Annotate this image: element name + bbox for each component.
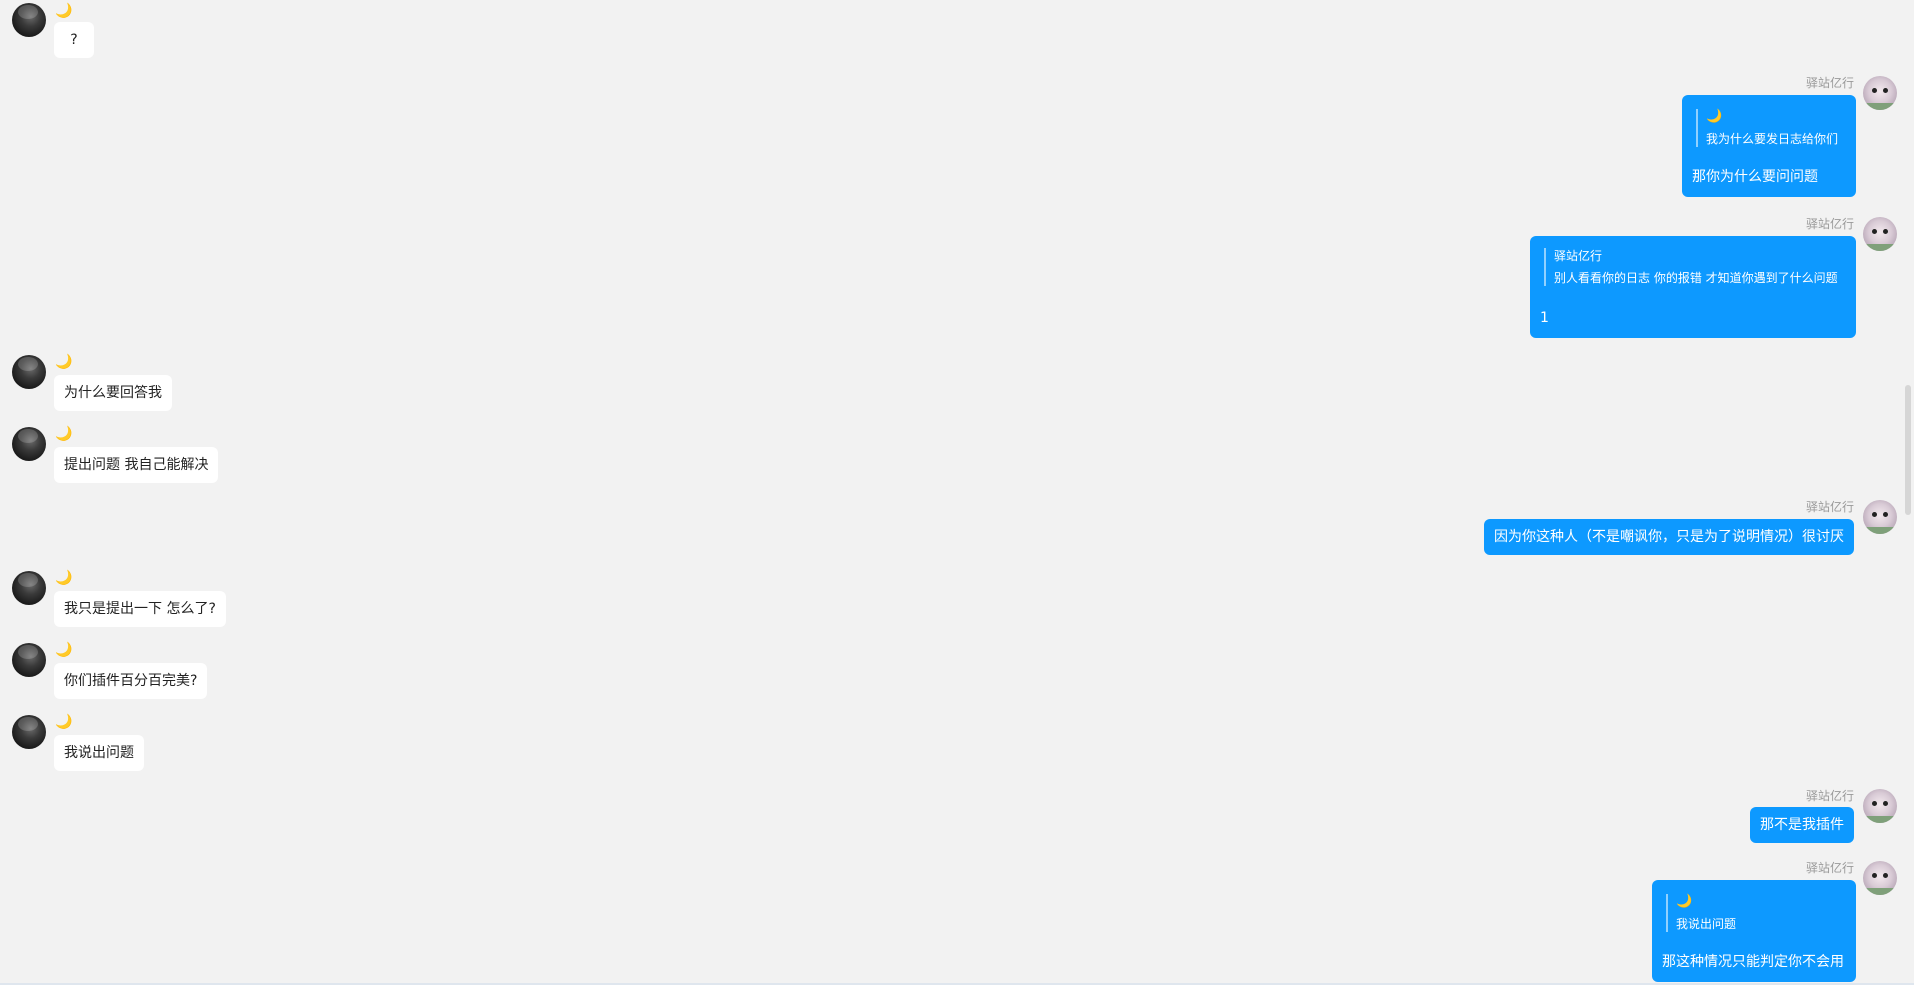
self-avatar[interactable]	[1863, 861, 1897, 895]
crescent-moon-icon: 🌙	[55, 426, 73, 442]
self-avatar[interactable]	[1863, 217, 1897, 251]
crescent-moon-icon: 🌙	[55, 3, 73, 19]
crescent-moon-icon: 🌙	[55, 354, 73, 370]
contact-avatar[interactable]	[12, 643, 46, 677]
contact-avatar[interactable]	[12, 3, 46, 37]
crescent-moon-icon: 🌙	[55, 642, 73, 658]
incoming-message-bubble[interactable]: ?	[54, 22, 94, 58]
sender-name: 驿站亿行	[1805, 76, 1854, 90]
message-text: 那不是我插件	[1760, 817, 1844, 833]
crescent-moon-icon: 🌙	[1706, 109, 1723, 124]
outgoing-message-bubble[interactable]: 那不是我插件	[1750, 807, 1854, 843]
sender-name: 驿站亿行	[1805, 217, 1854, 231]
contact-avatar[interactable]	[12, 571, 46, 605]
contact-avatar[interactable]	[12, 355, 46, 389]
quoted-text: 我为什么要发日志给你们	[1706, 132, 1839, 146]
sender-name: 驿站亿行	[1805, 500, 1854, 514]
sender-name: 驿站亿行	[1805, 861, 1854, 875]
contact-avatar[interactable]	[12, 715, 46, 749]
contact-avatar[interactable]	[12, 427, 46, 461]
quoted-text: 别人看看你的日志 你的报错 才知道你遇到了什么问题	[1554, 271, 1838, 285]
self-avatar[interactable]	[1863, 500, 1897, 534]
incoming-message-bubble[interactable]: 我只是提出一下 怎么了?	[54, 591, 226, 627]
self-avatar[interactable]	[1863, 76, 1897, 110]
outgoing-message-bubble[interactable]: 因为你这种人（不是嘲讽你，只是为了说明情况）很讨厌	[1484, 519, 1854, 555]
incoming-message-bubble[interactable]: 提出问题 我自己能解决	[54, 447, 219, 483]
message-text: 我说出问题	[64, 745, 134, 761]
outgoing-message-bubble[interactable]: 🌙 我说出问题 那这种情况只能判定你不会用	[1652, 880, 1856, 982]
message-text: 我只是提出一下 怎么了?	[64, 601, 216, 617]
message-text: 那你为什么要问问题	[1692, 169, 1818, 185]
scrollbar-thumb[interactable]	[1905, 385, 1911, 515]
message-text: 1	[1540, 310, 1549, 326]
crescent-moon-icon: 🌙	[55, 714, 73, 730]
quoted-author: 驿站亿行	[1554, 249, 1603, 263]
crescent-moon-icon: 🌙	[55, 570, 73, 586]
incoming-message-bubble[interactable]: 我说出问题	[54, 735, 144, 771]
message-text: 因为你这种人（不是嘲讽你，只是为了说明情况）很讨厌	[1494, 529, 1844, 545]
self-avatar[interactable]	[1863, 789, 1897, 823]
message-text: 为什么要回答我	[64, 385, 162, 401]
message-text: ?	[70, 32, 78, 48]
quoted-message[interactable]: 🌙 我说出问题	[1666, 894, 1736, 932]
quoted-message[interactable]: 驿站亿行 别人看看你的日志 你的报错 才知道你遇到了什么问题	[1544, 248, 1838, 286]
chat-message-list[interactable]: 🌙 ? 驿站亿行 🌙 我为什么要发日志给你们 那你为什么要问问题 驿站亿行 驿站…	[0, 0, 1914, 985]
message-text: 那这种情况只能判定你不会用	[1662, 954, 1844, 970]
chat-scrollbar[interactable]	[1900, 0, 1914, 985]
quoted-text: 我说出问题	[1676, 917, 1737, 931]
incoming-message-bubble[interactable]: 你们插件百分百完美?	[54, 663, 208, 699]
quoted-message[interactable]: 🌙 我为什么要发日志给你们	[1696, 109, 1838, 147]
outgoing-message-bubble[interactable]: 🌙 我为什么要发日志给你们 那你为什么要问问题	[1682, 95, 1856, 197]
sender-name: 驿站亿行	[1805, 789, 1854, 803]
message-text: 你们插件百分百完美?	[64, 673, 198, 689]
outgoing-message-bubble[interactable]: 驿站亿行 别人看看你的日志 你的报错 才知道你遇到了什么问题 1	[1530, 236, 1856, 338]
incoming-message-bubble[interactable]: 为什么要回答我	[54, 375, 172, 411]
crescent-moon-icon: 🌙	[1676, 894, 1693, 909]
message-text: 提出问题 我自己能解决	[64, 457, 209, 473]
